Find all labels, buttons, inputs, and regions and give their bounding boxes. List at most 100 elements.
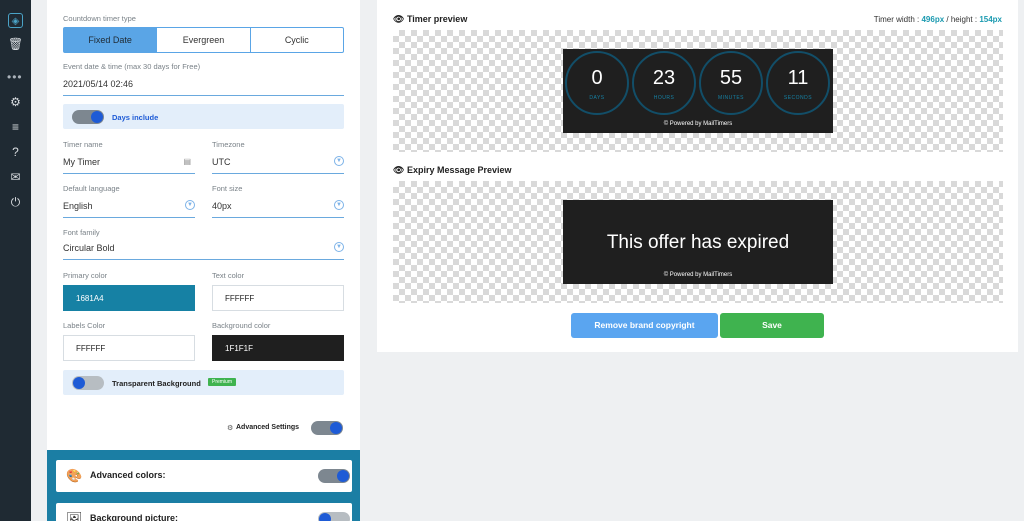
timezone-select[interactable]: UTC ▼	[212, 154, 344, 174]
preview-panel: 👁 Timer preview Timer width : 496px / he…	[377, 0, 1018, 352]
font-size-value: 40px	[212, 201, 232, 211]
days-include-row: Days include	[63, 104, 344, 129]
brand-icon[interactable]: ◈	[8, 13, 23, 28]
width-value: 496px	[921, 15, 945, 24]
seconds-ring: 11 SECONDS	[766, 51, 830, 115]
event-date-value: 2021/05/14 02:46	[63, 79, 134, 89]
expiry-preview-heading: 👁 Expiry Message Preview	[393, 165, 512, 176]
advanced-section: 🎨 Advanced colors: 🖼 Background picture:	[47, 450, 360, 521]
minutes-ring: 55 MINUTES	[699, 51, 763, 115]
font-family-label: Font family	[63, 228, 100, 237]
timer-type-label: Countdown timer type	[63, 14, 136, 23]
font-size-select[interactable]: 40px ▼	[212, 198, 344, 218]
timer-preview-heading: 👁 Timer preview	[393, 14, 467, 25]
more-dots-icon[interactable]: •••	[7, 70, 23, 84]
timer-name-field[interactable]: My Timer ▤	[63, 154, 195, 174]
days-ring: 0 DAYS	[565, 51, 629, 115]
save-button[interactable]: Save	[720, 313, 824, 338]
height-value: 154px	[979, 15, 1002, 24]
language-select[interactable]: English ▼	[63, 198, 195, 218]
hours-label: HOURS	[653, 95, 675, 101]
expired-message: This offer has expired	[606, 232, 790, 253]
background-picture-label: Background picture:	[90, 513, 179, 521]
database-icon[interactable]: ≡	[8, 120, 23, 135]
font-family-value: Circular Bold	[63, 243, 115, 253]
mail-icon[interactable]: ✉	[8, 170, 23, 185]
left-rail: ◈ 🗑 ••• ⚙ ≡ ? ✉ ⏻	[0, 0, 31, 521]
power-icon[interactable]: ⏻	[8, 195, 23, 210]
trash-icon[interactable]: 🗑	[8, 37, 23, 52]
clipboard-icon[interactable]: ▤	[183, 154, 191, 170]
transparent-bg-row: Transparent Background Premium	[63, 370, 344, 395]
toggle-knob	[73, 377, 85, 389]
powered-by-text: © Powered by MailTimers	[663, 121, 733, 127]
toggle-knob	[330, 422, 342, 434]
timer-name-label: Timer name	[63, 140, 103, 149]
primary-color-label: Primary color	[63, 271, 108, 280]
labels-color-input[interactable]: FFFFFF	[63, 335, 195, 361]
premium-badge: Premium	[208, 378, 237, 386]
language-value: English	[63, 201, 93, 211]
event-date-label: Event date & time (max 30 days for Free)	[63, 62, 201, 71]
height-label: / height :	[946, 15, 978, 24]
toggle-knob	[337, 470, 349, 482]
seconds-value: 11	[787, 67, 809, 89]
toggle-knob	[319, 513, 331, 521]
timezone-label: Timezone	[212, 140, 245, 149]
remove-copyright-button[interactable]: Remove brand copyright	[571, 313, 718, 338]
advanced-settings-label: Advanced Settings	[236, 424, 300, 431]
expiry-preview-canvas: This offer has expired © Powered by Mail…	[393, 181, 1003, 303]
chevron-down-icon: ▼	[334, 156, 344, 166]
language-label: Default language	[63, 184, 120, 193]
expired-message-box: This offer has expired © Powered by Mail…	[563, 200, 833, 284]
expiry-preview-title: Expiry Message Preview	[406, 165, 512, 175]
timer-preview-canvas: 0 DAYS 23 HOURS 55 MINUTES 11 SECONDS © …	[393, 30, 1003, 152]
advanced-colors-toggle[interactable]	[318, 469, 350, 483]
eye-icon: 👁	[393, 14, 405, 24]
settings-panel: Countdown timer type Fixed Date Evergree…	[47, 0, 360, 521]
palette-icon: 🎨	[66, 468, 83, 483]
font-size-label: Font size	[212, 184, 243, 193]
timer-type-fixed-date[interactable]: Fixed Date	[64, 28, 158, 52]
minutes-value: 55	[719, 67, 743, 89]
advanced-colors-card: 🎨 Advanced colors:	[56, 460, 352, 492]
advanced-settings-toggle[interactable]	[311, 421, 343, 435]
days-include-label: Days include	[112, 113, 159, 122]
timer-type-cyclic[interactable]: Cyclic	[251, 28, 343, 52]
text-color-input[interactable]: FFFFFF	[212, 285, 344, 311]
hours-value: 23	[652, 67, 676, 89]
transparent-bg-label: Transparent Background	[112, 379, 201, 388]
powered-by-text: © Powered by MailTimers	[663, 272, 733, 278]
picture-icon: 🖼	[66, 511, 83, 521]
toggle-knob	[91, 111, 103, 123]
minutes-label: MINUTES	[718, 95, 744, 101]
chevron-down-icon: ▼	[334, 200, 344, 210]
hours-ring: 23 HOURS	[632, 51, 696, 115]
background-color-label: Background color	[212, 321, 271, 330]
timer-dimensions: Timer width : 496px / height : 154px	[874, 15, 1002, 24]
background-picture-card: 🖼 Background picture:	[56, 503, 352, 521]
timer-name-value: My Timer	[63, 157, 100, 167]
days-label: DAYS	[589, 95, 605, 101]
chevron-down-icon: ▼	[185, 200, 195, 210]
background-color-input[interactable]: 1F1F1F	[212, 335, 344, 361]
event-date-field[interactable]: 2021/05/14 02:46	[63, 76, 344, 96]
chevron-down-icon: ▼	[334, 242, 344, 252]
text-color-label: Text color	[212, 271, 245, 280]
settings-icon[interactable]: ⚙	[8, 95, 23, 110]
timer-type-selector: Fixed Date Evergreen Cyclic	[63, 27, 344, 53]
background-picture-toggle[interactable]	[318, 512, 350, 521]
primary-color-input[interactable]: 1681A4	[63, 285, 195, 311]
timezone-value: UTC	[212, 157, 231, 167]
labels-color-label: Labels Color	[63, 321, 106, 330]
countdown-timer: 0 DAYS 23 HOURS 55 MINUTES 11 SECONDS © …	[563, 49, 833, 133]
font-family-select[interactable]: Circular Bold ▼	[63, 240, 344, 260]
timer-type-evergreen[interactable]: Evergreen	[157, 28, 251, 52]
eye-icon: 👁	[393, 165, 405, 175]
gears-icon: ⚙	[227, 425, 234, 432]
help-icon[interactable]: ?	[8, 145, 23, 160]
days-include-toggle[interactable]	[72, 110, 104, 124]
days-value: 0	[591, 67, 603, 89]
transparent-bg-toggle[interactable]	[72, 376, 104, 390]
timer-preview-title: Timer preview	[406, 14, 468, 24]
